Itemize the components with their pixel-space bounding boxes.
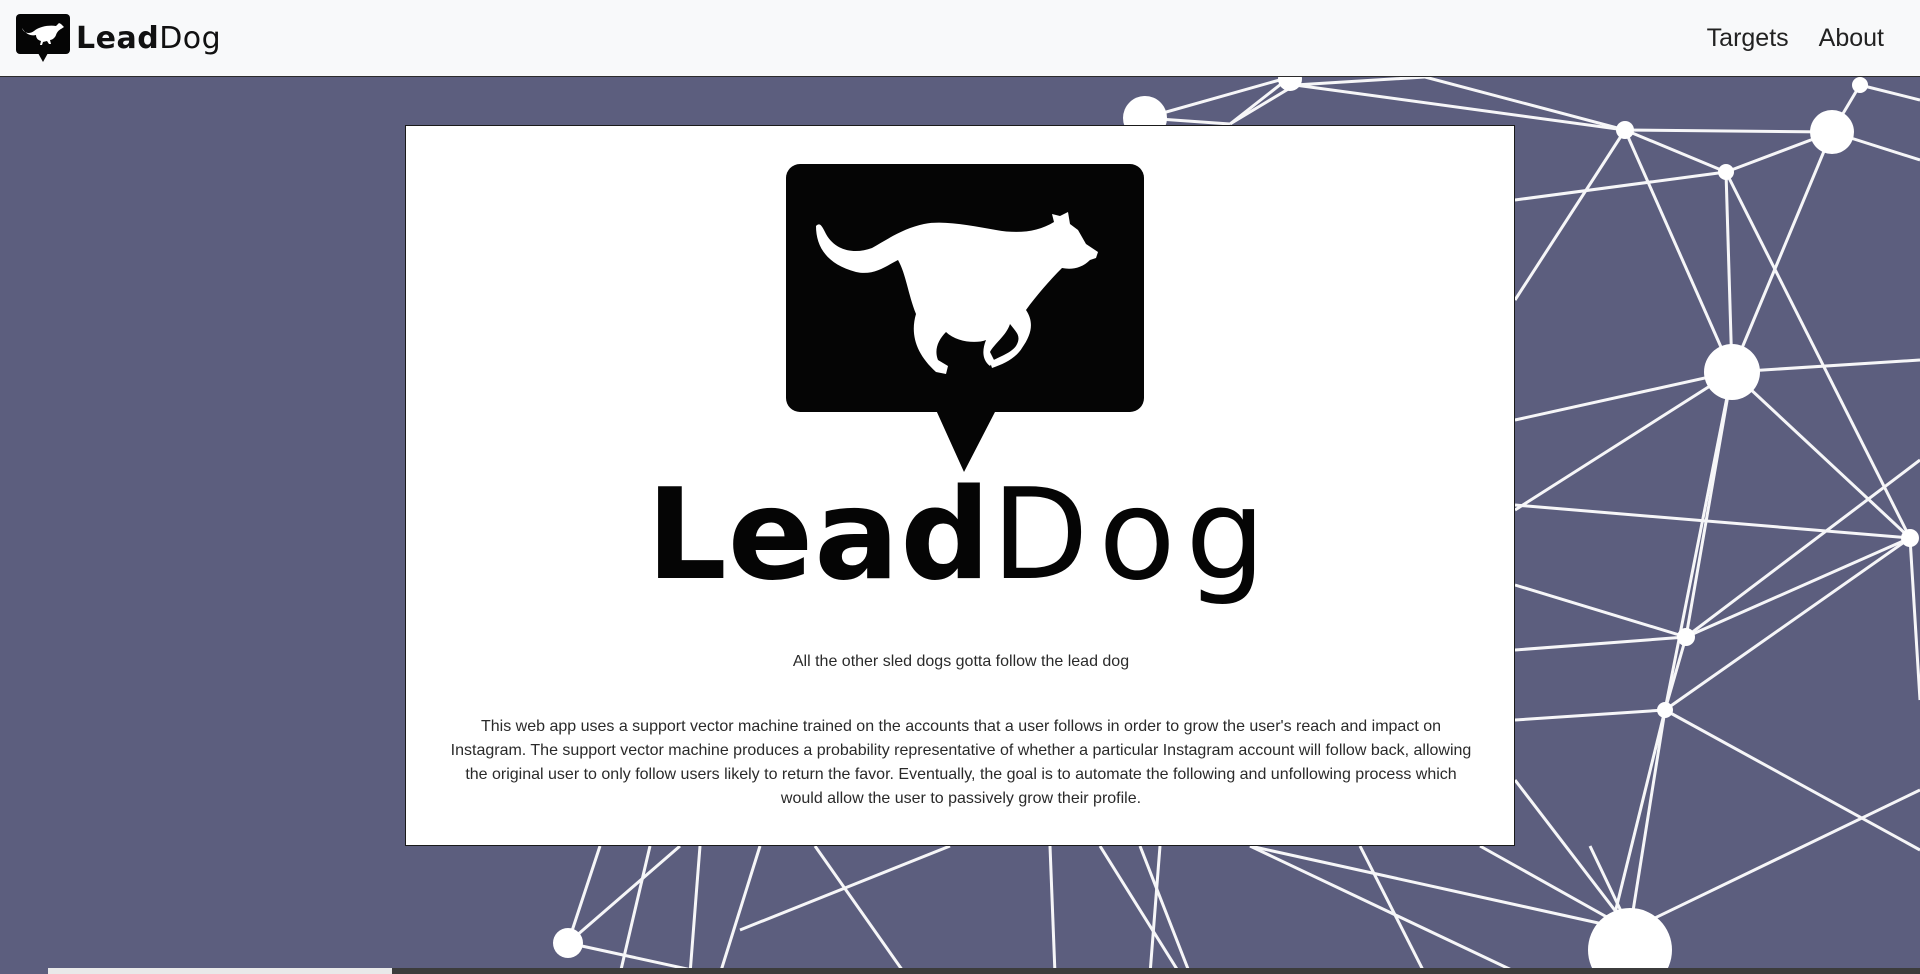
dog-speech-bubble-icon	[16, 14, 70, 62]
bottom-scrollbar-track[interactable]	[392, 968, 1920, 974]
hero-card: LeadDog All the other sled dogs gotta fo…	[405, 125, 1515, 846]
brand-bold: Lead	[76, 20, 160, 56]
running-dog-speech-bubble-icon	[786, 164, 1144, 472]
nav-link-targets[interactable]: Targets	[1707, 24, 1789, 53]
bottom-scrollbar-thumb[interactable]	[48, 968, 392, 974]
nav-link-about[interactable]: About	[1819, 24, 1884, 53]
brand-link[interactable]: LeadDog	[16, 14, 221, 62]
top-navbar: LeadDog Targets About	[0, 0, 1920, 77]
nav-links: Targets About	[1707, 24, 1884, 53]
tagline: All the other sled dogs gotta follow the…	[792, 653, 1130, 670]
brand-name: LeadDog	[76, 21, 221, 56]
hero-title-bold: Lead	[646, 461, 992, 608]
hero-title: LeadDog	[406, 472, 1516, 598]
brand-regular: Dog	[159, 20, 222, 56]
hero-title-regular: Dog	[991, 461, 1276, 608]
description: This web app uses a support vector machi…	[450, 718, 1472, 807]
